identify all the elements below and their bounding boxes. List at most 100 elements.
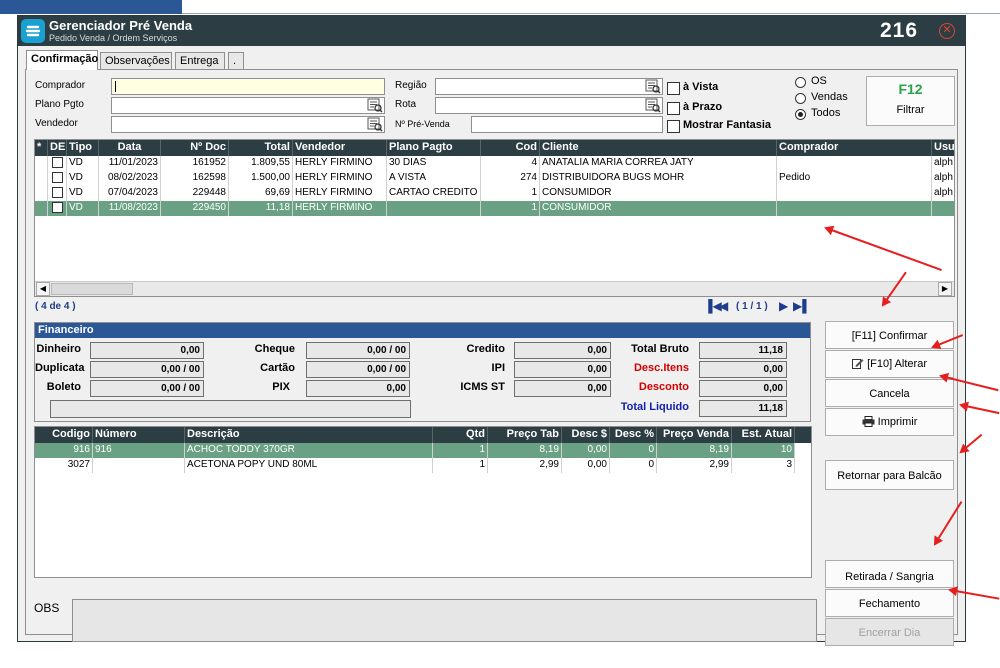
alterar-button[interactable]: [F10] Alterar bbox=[825, 350, 954, 378]
dinheiro-value: 0,00 bbox=[90, 342, 204, 359]
order-usuario: alph bbox=[932, 156, 954, 171]
npre-venda-label: Nº Pré-Venda bbox=[395, 119, 450, 129]
scroll-left-icon[interactable]: ◀ bbox=[36, 282, 50, 296]
col-de[interactable]: DE bbox=[48, 140, 67, 156]
item-row[interactable]: 3027 ACETONA POPY UND 80ML 1 2,99 0,00 0… bbox=[35, 458, 795, 473]
desc-itens-value: 0,00 bbox=[699, 361, 787, 378]
rota-input[interactable] bbox=[435, 97, 663, 114]
cancela-button[interactable]: Cancela bbox=[825, 379, 954, 407]
order-data: 11/01/2023 bbox=[99, 156, 161, 171]
col-comprador[interactable]: Comprador bbox=[777, 140, 932, 156]
col-total[interactable]: Total bbox=[229, 140, 293, 156]
rota-lookup-icon[interactable] bbox=[645, 98, 661, 113]
vendedor-label: Vendedor bbox=[35, 118, 78, 129]
retornar-balcao-button[interactable]: Retornar para Balcão bbox=[825, 460, 954, 490]
order-vendedor: HERLY FIRMINO bbox=[293, 186, 387, 201]
scroll-thumb[interactable] bbox=[51, 283, 133, 295]
col-vendedor[interactable]: Vendedor bbox=[293, 140, 387, 156]
encerrar-dia-button[interactable]: Encerrar Dia bbox=[825, 618, 954, 646]
col-codigo[interactable]: Codigo bbox=[35, 427, 93, 443]
retirada-sangria-button[interactable]: Retirada / Sangria bbox=[825, 560, 954, 588]
npre-venda-input[interactable] bbox=[471, 116, 663, 133]
col-preco-venda[interactable]: Preço Venda bbox=[657, 427, 732, 443]
order-row[interactable]: VD 07/04/2023 229448 69,69 HERLY FIRMINO… bbox=[35, 186, 954, 201]
avista-checkbox[interactable] bbox=[667, 82, 680, 95]
col-numero[interactable]: Número bbox=[93, 427, 185, 443]
order-row[interactable]: VD 08/02/2023 162598 1.500,00 HERLY FIRM… bbox=[35, 171, 954, 186]
col-cod[interactable]: Cod bbox=[481, 140, 540, 156]
aprazo-checkbox[interactable] bbox=[667, 102, 680, 115]
order-cliente: ANATALIA MARIA CORREA JATY bbox=[540, 156, 777, 171]
plano-pgto-input[interactable] bbox=[111, 97, 385, 114]
filtrar-button[interactable]: F12 Filtrar bbox=[866, 76, 955, 126]
col-qtd[interactable]: Qtd bbox=[433, 427, 488, 443]
order-de-checkbox[interactable] bbox=[52, 157, 63, 168]
col-data[interactable]: Data bbox=[99, 140, 161, 156]
col-marker: * bbox=[35, 140, 48, 156]
corner-tab bbox=[0, 0, 182, 14]
items-grid: Codigo Número Descrição Qtd Preço Tab De… bbox=[34, 426, 812, 578]
imprimir-label: Imprimir bbox=[877, 416, 918, 428]
order-cliente: DISTRIBUIDORA BUGS MOHR bbox=[540, 171, 777, 186]
tab-confirmacao[interactable]: Confirmação bbox=[26, 50, 98, 70]
item-estoque: 3 bbox=[732, 458, 795, 473]
radio-os[interactable] bbox=[795, 77, 806, 88]
order-de-checkbox[interactable] bbox=[52, 187, 63, 198]
order-plano: 30 DIAS bbox=[387, 156, 481, 171]
vendedor-input[interactable] bbox=[111, 116, 385, 133]
annotation-arrow bbox=[960, 404, 1000, 415]
regiao-lookup-icon[interactable] bbox=[645, 79, 661, 94]
tab-extra[interactable]: . bbox=[228, 52, 244, 69]
col-desc-valor[interactable]: Desc $ bbox=[562, 427, 610, 443]
order-tipo: VD bbox=[67, 156, 99, 171]
radio-vendas[interactable] bbox=[795, 93, 806, 104]
fantasia-checkbox[interactable] bbox=[667, 120, 680, 133]
col-cliente[interactable]: Cliente bbox=[540, 140, 777, 156]
order-row-selected[interactable]: VD 11/08/2023 229450 11,18 HERLY FIRMINO… bbox=[35, 201, 954, 216]
col-plano[interactable]: Plano Pagto bbox=[387, 140, 481, 156]
app-logo-icon bbox=[21, 19, 45, 43]
order-de-checkbox[interactable] bbox=[52, 202, 63, 213]
cartao-value: 0,00 / 00 bbox=[306, 361, 410, 378]
plano-lookup-icon[interactable] bbox=[367, 98, 383, 113]
next-page-icon[interactable]: ▶ bbox=[779, 299, 788, 313]
col-desc-pct[interactable]: Desc % bbox=[610, 427, 657, 443]
tab-observacoes[interactable]: Observações bbox=[100, 52, 172, 69]
fechamento-button[interactable]: Fechamento bbox=[825, 589, 954, 617]
regiao-input[interactable] bbox=[435, 78, 663, 95]
obs-label: OBS bbox=[34, 601, 60, 615]
col-tipo[interactable]: Tipo bbox=[67, 140, 99, 156]
order-usuario: alph bbox=[932, 171, 954, 186]
total-bruto-label: Total Bruto bbox=[631, 343, 689, 355]
avista-label: à Vista bbox=[683, 81, 719, 93]
order-vendedor: HERLY FIRMINO bbox=[293, 201, 387, 216]
col-ndoc[interactable]: Nº Doc bbox=[161, 140, 229, 156]
orders-hscrollbar[interactable]: ◀ ▶ bbox=[35, 281, 954, 296]
comprador-input[interactable] bbox=[111, 78, 385, 95]
f12-key-icon: F12 bbox=[898, 81, 923, 97]
order-total: 69,69 bbox=[229, 186, 293, 201]
col-estoque[interactable]: Est. Atual bbox=[732, 427, 795, 443]
imprimir-button[interactable]: Imprimir bbox=[825, 408, 954, 436]
tab-entrega[interactable]: Entrega bbox=[175, 52, 225, 69]
radio-todos[interactable] bbox=[795, 109, 806, 120]
col-descricao[interactable]: Descrição bbox=[185, 427, 433, 443]
content-panel: Comprador Plano Pgto Vendedor Região Rot… bbox=[25, 69, 958, 646]
item-descricao: ACETONA POPY UND 80ML bbox=[185, 458, 433, 473]
order-data: 07/04/2023 bbox=[99, 186, 161, 201]
col-usuario[interactable]: Usu bbox=[932, 140, 954, 156]
prev-page-icon[interactable]: ◀ bbox=[719, 299, 728, 313]
order-row[interactable]: VD 11/01/2023 161952 1.809,55 HERLY FIRM… bbox=[35, 156, 954, 171]
scroll-right-icon[interactable]: ▶ bbox=[938, 282, 952, 296]
item-desc-pct: 0 bbox=[610, 458, 657, 473]
obs-textarea[interactable] bbox=[72, 599, 817, 642]
col-preco-tab[interactable]: Preço Tab bbox=[488, 427, 562, 443]
vendedor-lookup-icon[interactable] bbox=[367, 117, 383, 132]
item-numero: 916 bbox=[93, 443, 185, 458]
order-vendedor: HERLY FIRMINO bbox=[293, 171, 387, 186]
order-vendedor: HERLY FIRMINO bbox=[293, 156, 387, 171]
order-de-checkbox[interactable] bbox=[52, 172, 63, 183]
item-row-selected[interactable]: 916 916 ACHOC TODDY 370GR 1 8,19 0,00 0 … bbox=[35, 443, 795, 458]
last-page-icon[interactable]: ▶▌ bbox=[793, 299, 811, 313]
close-icon[interactable]: ✕ bbox=[939, 23, 955, 39]
